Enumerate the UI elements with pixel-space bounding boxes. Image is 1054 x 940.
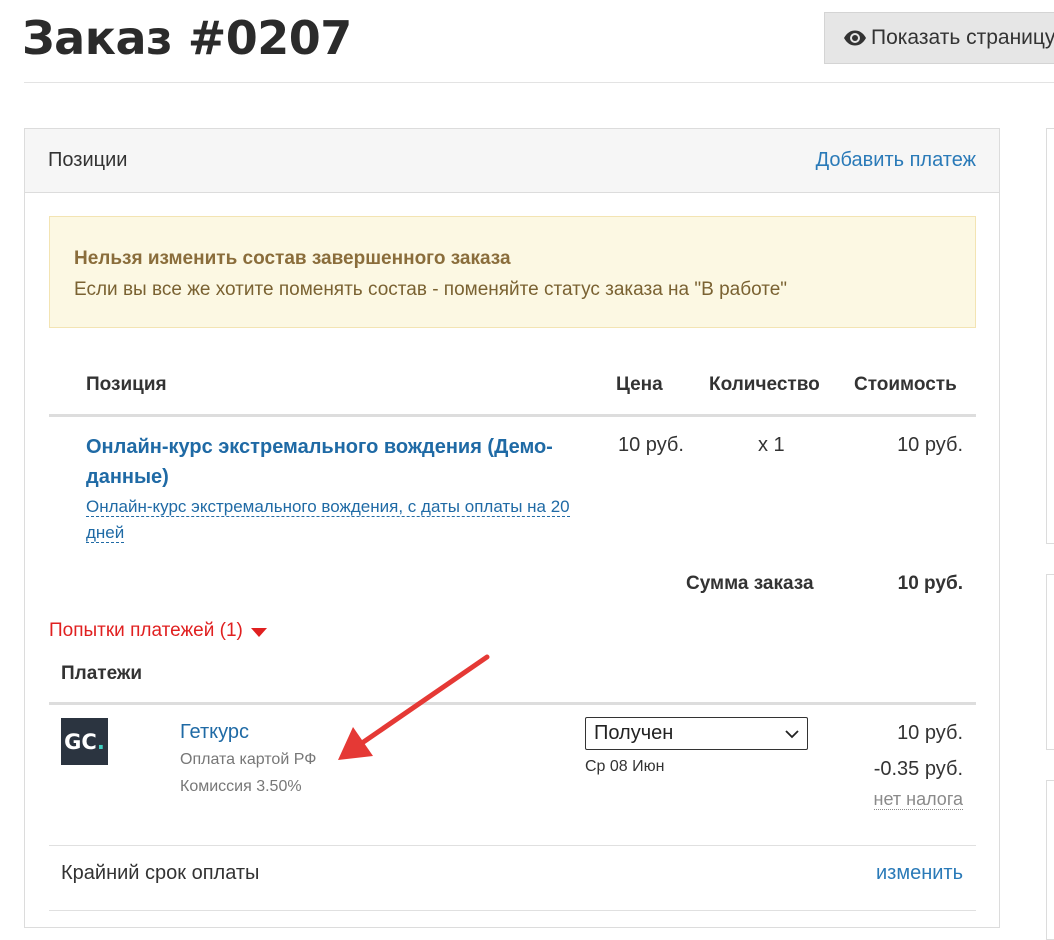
tax-text: нет налога — [873, 789, 963, 810]
payment-fee: Комиссия 3.50% — [180, 778, 302, 795]
logo-text: GC — [64, 729, 97, 754]
side-panel-stub — [1046, 780, 1054, 940]
payment-status-value: Получен — [594, 722, 674, 744]
alert-title: Нельзя изменить состав завершенного зака… — [74, 248, 511, 269]
payment-status-select[interactable]: Получен — [585, 717, 808, 750]
side-panel-stub — [1046, 574, 1054, 750]
show-page-button[interactable]: Показать страницу — [824, 12, 1054, 64]
side-panel-stub — [1046, 128, 1054, 544]
panel-title: Позиции — [48, 149, 128, 171]
deadline-row-divider — [49, 910, 976, 911]
payment-commission-amount: -0.35 руб. — [873, 758, 963, 780]
column-header-position: Позиция — [86, 374, 167, 395]
alert-text: Если вы все же хотите поменять состав - … — [74, 279, 788, 300]
tax-link[interactable]: нет налога — [830, 789, 963, 810]
getcourse-logo: GC. — [61, 718, 108, 765]
payment-deadline-label: Крайний срок оплаты — [61, 862, 260, 884]
payment-gateway-link[interactable]: Геткурс — [180, 721, 249, 744]
page-title: Заказ #0207 — [22, 11, 352, 65]
completed-order-alert: Нельзя изменить состав завершенного зака… — [49, 216, 976, 328]
payments-title: Платежи — [61, 663, 143, 684]
caret-down-icon — [250, 627, 267, 637]
item-offer-text: Онлайн-курс экстремального вождения, с д… — [86, 497, 570, 543]
show-page-label: Показать страницу — [871, 26, 1054, 49]
table-header-divider — [49, 414, 976, 417]
payment-amount: 10 руб. — [897, 722, 963, 744]
panel-header: Позиции Добавить платеж — [25, 129, 999, 193]
item-price: 10 руб. — [618, 434, 684, 456]
change-deadline-link[interactable]: изменить — [830, 862, 963, 885]
column-header-quantity: Количество — [709, 374, 820, 395]
item-offer-link[interactable]: Онлайн-курс экстремального вождения, с д… — [86, 494, 586, 546]
eye-icon — [843, 26, 867, 50]
logo-dot: . — [96, 729, 105, 754]
title-divider — [24, 82, 1054, 83]
payment-method: Оплата картой РФ — [180, 751, 317, 768]
item-cost: 10 руб. — [897, 434, 963, 456]
item-quantity: x 1 — [758, 434, 785, 456]
payment-attempts-label: Попытки платежей (1) — [49, 620, 243, 641]
add-payment-link[interactable]: Добавить платеж — [816, 149, 976, 172]
item-title-link[interactable]: Онлайн-курс экстремального вождения (Дем… — [86, 432, 586, 492]
payment-date: Ср 08 Июн — [585, 758, 665, 775]
column-header-cost: Стоимость — [854, 374, 957, 395]
payments-divider — [49, 702, 976, 705]
order-total-value: 10 руб. — [897, 573, 963, 594]
order-total-label: Сумма заказа — [686, 573, 814, 594]
payment-row-divider — [49, 845, 976, 846]
payment-attempts-toggle[interactable]: Попытки платежей (1) — [49, 620, 267, 642]
column-header-price: Цена — [616, 374, 663, 395]
chevron-down-icon — [785, 722, 799, 745]
